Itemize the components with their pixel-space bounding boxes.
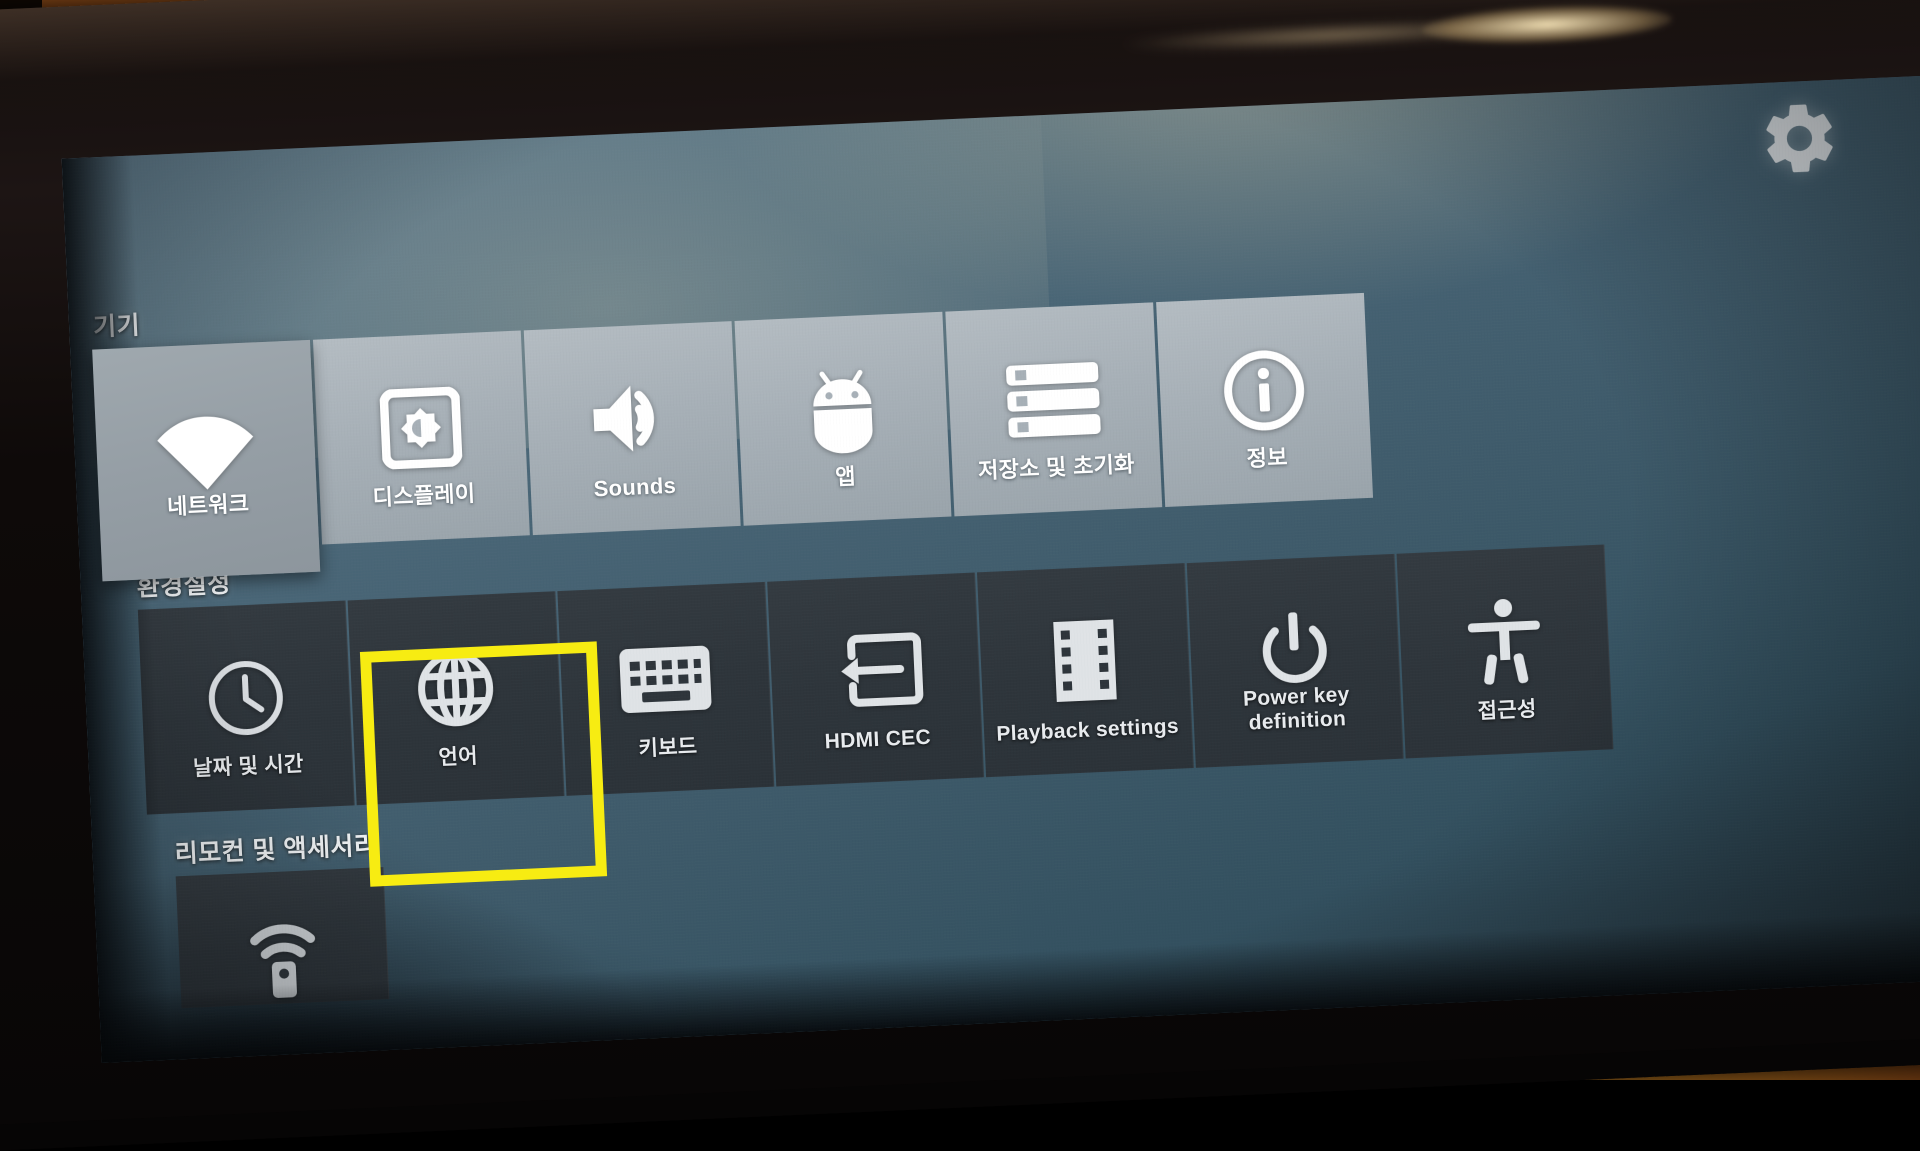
tile-label: 날짜 및 시간 xyxy=(192,752,305,781)
tile-label: 키보드 xyxy=(638,735,698,761)
tile-network[interactable]: 네트워크 xyxy=(92,339,321,582)
globe-icon xyxy=(413,638,497,739)
tv-screen: 기기 네트워크 디스플레이 Sounds 앱 저장소 및 초기화 정보 환경설정… xyxy=(61,74,1920,1063)
tile-accessibility[interactable]: 접근성 xyxy=(1396,544,1614,759)
hdmi-cec-icon xyxy=(826,619,924,721)
tile-about[interactable]: 정보 xyxy=(1156,292,1374,507)
tile-keyboard[interactable]: 키보드 xyxy=(557,581,775,796)
info-icon xyxy=(1220,340,1308,442)
tile-label: 정보 xyxy=(1246,444,1289,472)
bezel-glare-spot xyxy=(1421,0,1673,49)
tile-language[interactable]: 언어 xyxy=(347,591,565,806)
tile-label: Sounds xyxy=(593,472,677,502)
tile-label: HDMI CEC xyxy=(824,725,932,754)
tile-power-key-definition[interactable]: Power key definition xyxy=(1186,553,1404,768)
tile-label: 디스플레이 xyxy=(372,480,476,511)
tile-date-time[interactable]: 날짜 및 시간 xyxy=(137,600,355,815)
keyboard-icon xyxy=(617,628,713,730)
settings-content: 기기 네트워크 디스플레이 Sounds 앱 저장소 및 초기화 정보 환경설정… xyxy=(62,75,1920,1063)
tile-label: 언어 xyxy=(438,744,479,770)
tile-remote-control[interactable] xyxy=(175,867,390,1009)
volume-icon xyxy=(586,368,678,470)
clock-icon xyxy=(203,647,287,748)
accessibility-icon xyxy=(1464,591,1544,692)
remote-control-icon xyxy=(241,904,325,1005)
android-icon xyxy=(803,359,881,460)
tile-label: Power key definition xyxy=(1242,682,1351,735)
tile-label: 접근성 xyxy=(1477,697,1538,724)
tile-label: 네트워크 xyxy=(166,490,250,520)
tile-apps[interactable]: 앱 xyxy=(734,311,952,526)
tile-label: 저장소 및 초기화 xyxy=(977,451,1136,484)
tile-storage-reset[interactable]: 저장소 및 초기화 xyxy=(945,302,1163,517)
display-icon xyxy=(379,377,463,478)
tile-playback-settings[interactable]: Playback settings xyxy=(976,563,1194,778)
television-bezel: 기기 네트워크 디스플레이 Sounds 앱 저장소 및 초기화 정보 환경설정… xyxy=(0,0,1920,1151)
tile-sounds[interactable]: Sounds xyxy=(523,321,741,536)
tile-label: Playback settings xyxy=(995,714,1180,746)
tile-label: 앱 xyxy=(834,463,857,490)
film-strip-icon xyxy=(1051,610,1117,711)
tile-display[interactable]: 디스플레이 xyxy=(312,330,530,545)
storage-icon xyxy=(1003,349,1103,451)
tile-hdmi-cec[interactable]: HDMI CEC xyxy=(767,572,985,787)
